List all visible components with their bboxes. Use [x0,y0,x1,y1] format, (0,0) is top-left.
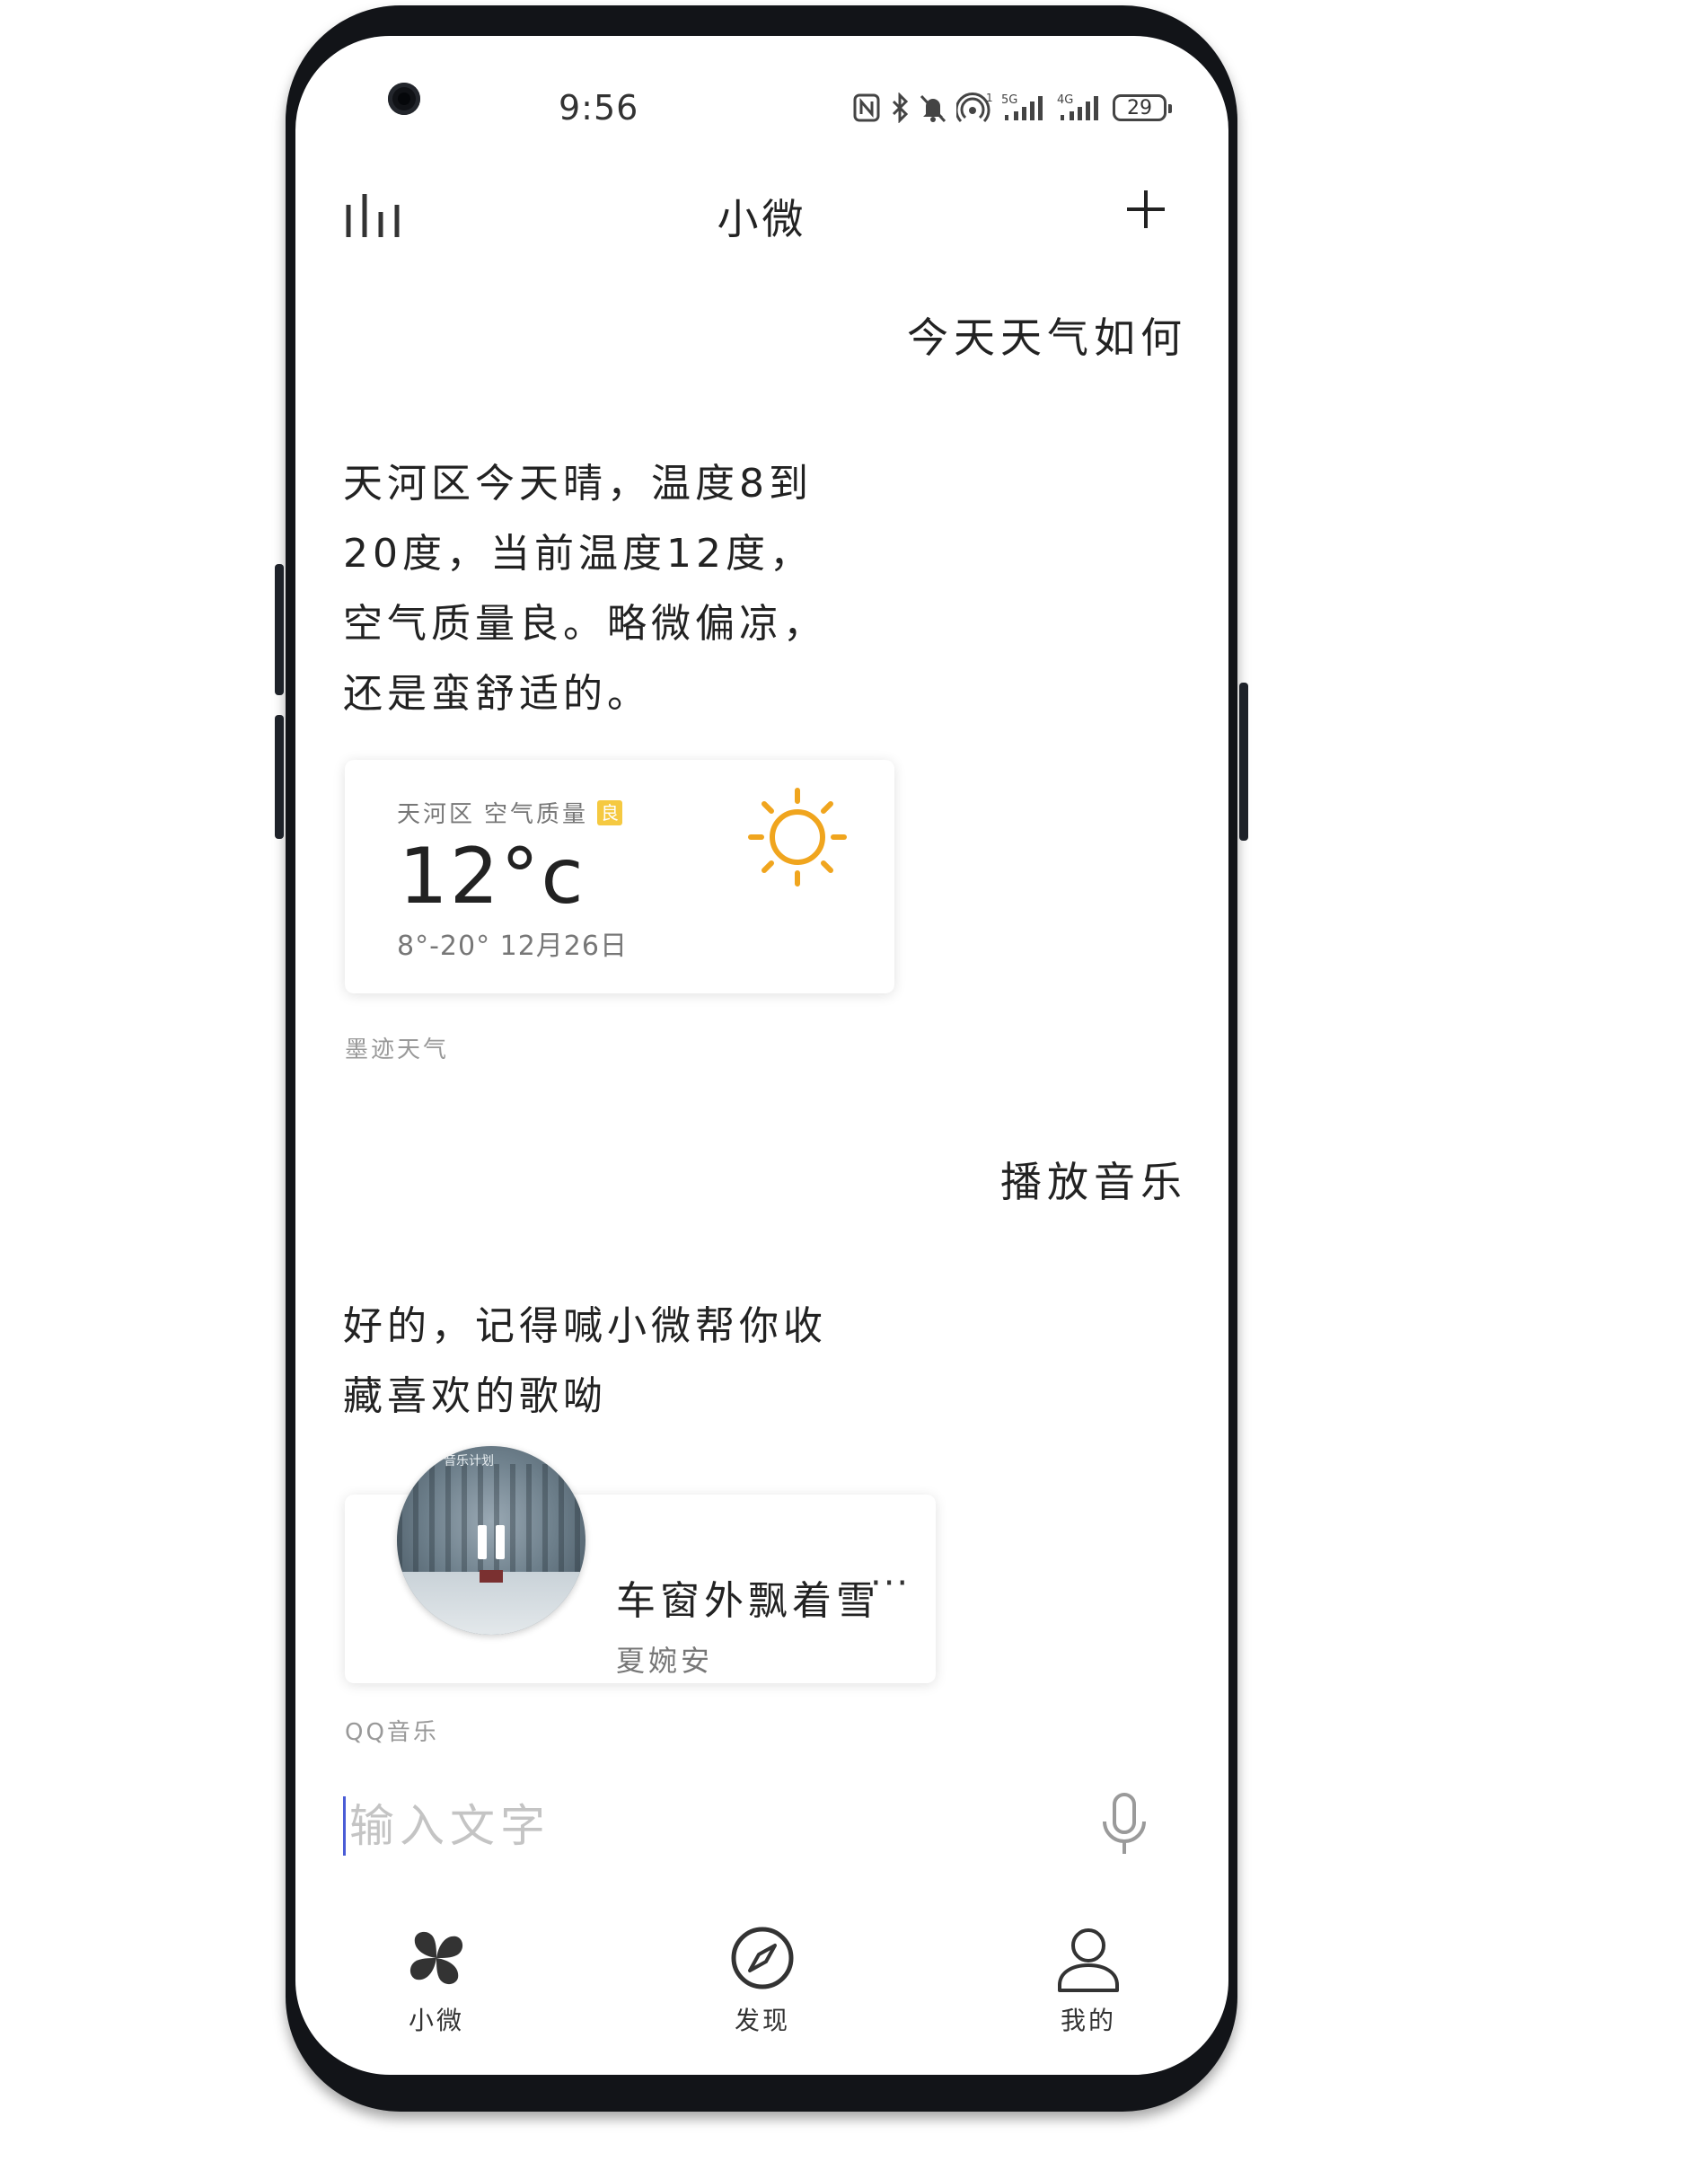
hotspot-icon: 1 [956,93,992,123]
user-icon [1058,1928,1119,1992]
battery-icon: 29 [1113,94,1172,121]
current-temperature: 12°c [399,832,585,922]
user-message: 播放音乐 [1000,1158,1187,1206]
svg-text:1: 1 [986,93,992,104]
pinwheel-icon [409,1931,463,1985]
weather-location-row: 天河区 空气质量 良 [397,796,623,829]
power-button [1239,683,1248,841]
status-time: 9:56 [559,88,639,128]
sun-icon [748,788,847,887]
volume-down-button [275,715,284,839]
compass-icon [731,1927,794,1989]
tab-xiaowei[interactable]: 小微 [365,1922,508,2039]
front-camera [388,83,420,115]
assistant-message: 天河区今天晴，温度8到20度，当前温度12度，空气质量良。略微偏凉，还是蛮舒适的… [343,461,827,717]
signal-4g-icon: 4G [1057,93,1098,120]
mute-icon [920,94,946,123]
more-icon[interactable]: ··· [870,1563,910,1604]
input-row [343,1787,1178,1868]
tab-profile[interactable]: 我的 [1017,1922,1160,2039]
nfc-icon [853,93,880,122]
air-quality-label: 空气质量 [484,801,589,828]
album-tag: 音乐计划 [444,1454,494,1469]
weather-source[interactable]: 墨迹天气 [345,1031,449,1064]
assistant-message: 好的，记得喊小微帮你收藏喜欢的歌呦 [343,1303,827,1419]
tab-discover[interactable]: 发现 [691,1922,834,2039]
pause-icon[interactable] [467,1520,515,1568]
svg-text:4G: 4G [1057,93,1073,107]
tab-label: 小微 [408,2006,464,2035]
volume-up-button [275,564,284,695]
tab-label: 我的 [1060,2006,1116,2035]
album-cover[interactable]: 音乐计划 [397,1446,585,1635]
album-house [480,1570,503,1583]
signal-5g-icon: 5G [1001,93,1043,120]
bluetooth-icon [892,93,909,123]
svg-text:5G: 5G [1001,93,1017,107]
music-source[interactable]: QQ音乐 [345,1714,439,1747]
text-input[interactable] [343,1796,1050,1856]
microphone-icon[interactable] [1097,1791,1151,1859]
app-screenshot: 9:56 1 5G 4G 29 小微 今天天气如何 天河区今天晴，温度8到20度… [0,0,1708,2170]
artist-name: 夏婉安 [616,1644,714,1678]
battery-level: 29 [1127,96,1152,119]
air-quality-badge: 良 [597,799,623,825]
weather-location: 天河区 [397,801,476,828]
bottom-nav: 小微 发现 我的 [295,1922,1228,2048]
song-title: 车窗外飘着雪 [616,1578,880,1624]
tab-label: 发现 [734,2006,790,2035]
phone-screen: 9:56 1 5G 4G 29 小微 今天天气如何 天河区今天晴，温度8到20度… [295,36,1228,2075]
status-icons: 1 5G 4G 29 [852,88,1172,128]
plus-icon[interactable] [1125,189,1167,230]
user-message: 今天天气如何 [907,313,1187,362]
weather-card[interactable]: 天河区 空气质量 良 12°c 8°-20° 12月26日 [345,760,894,993]
page-title: 小微 [717,195,807,243]
temperature-range-date: 8°-20° 12月26日 [397,931,628,962]
